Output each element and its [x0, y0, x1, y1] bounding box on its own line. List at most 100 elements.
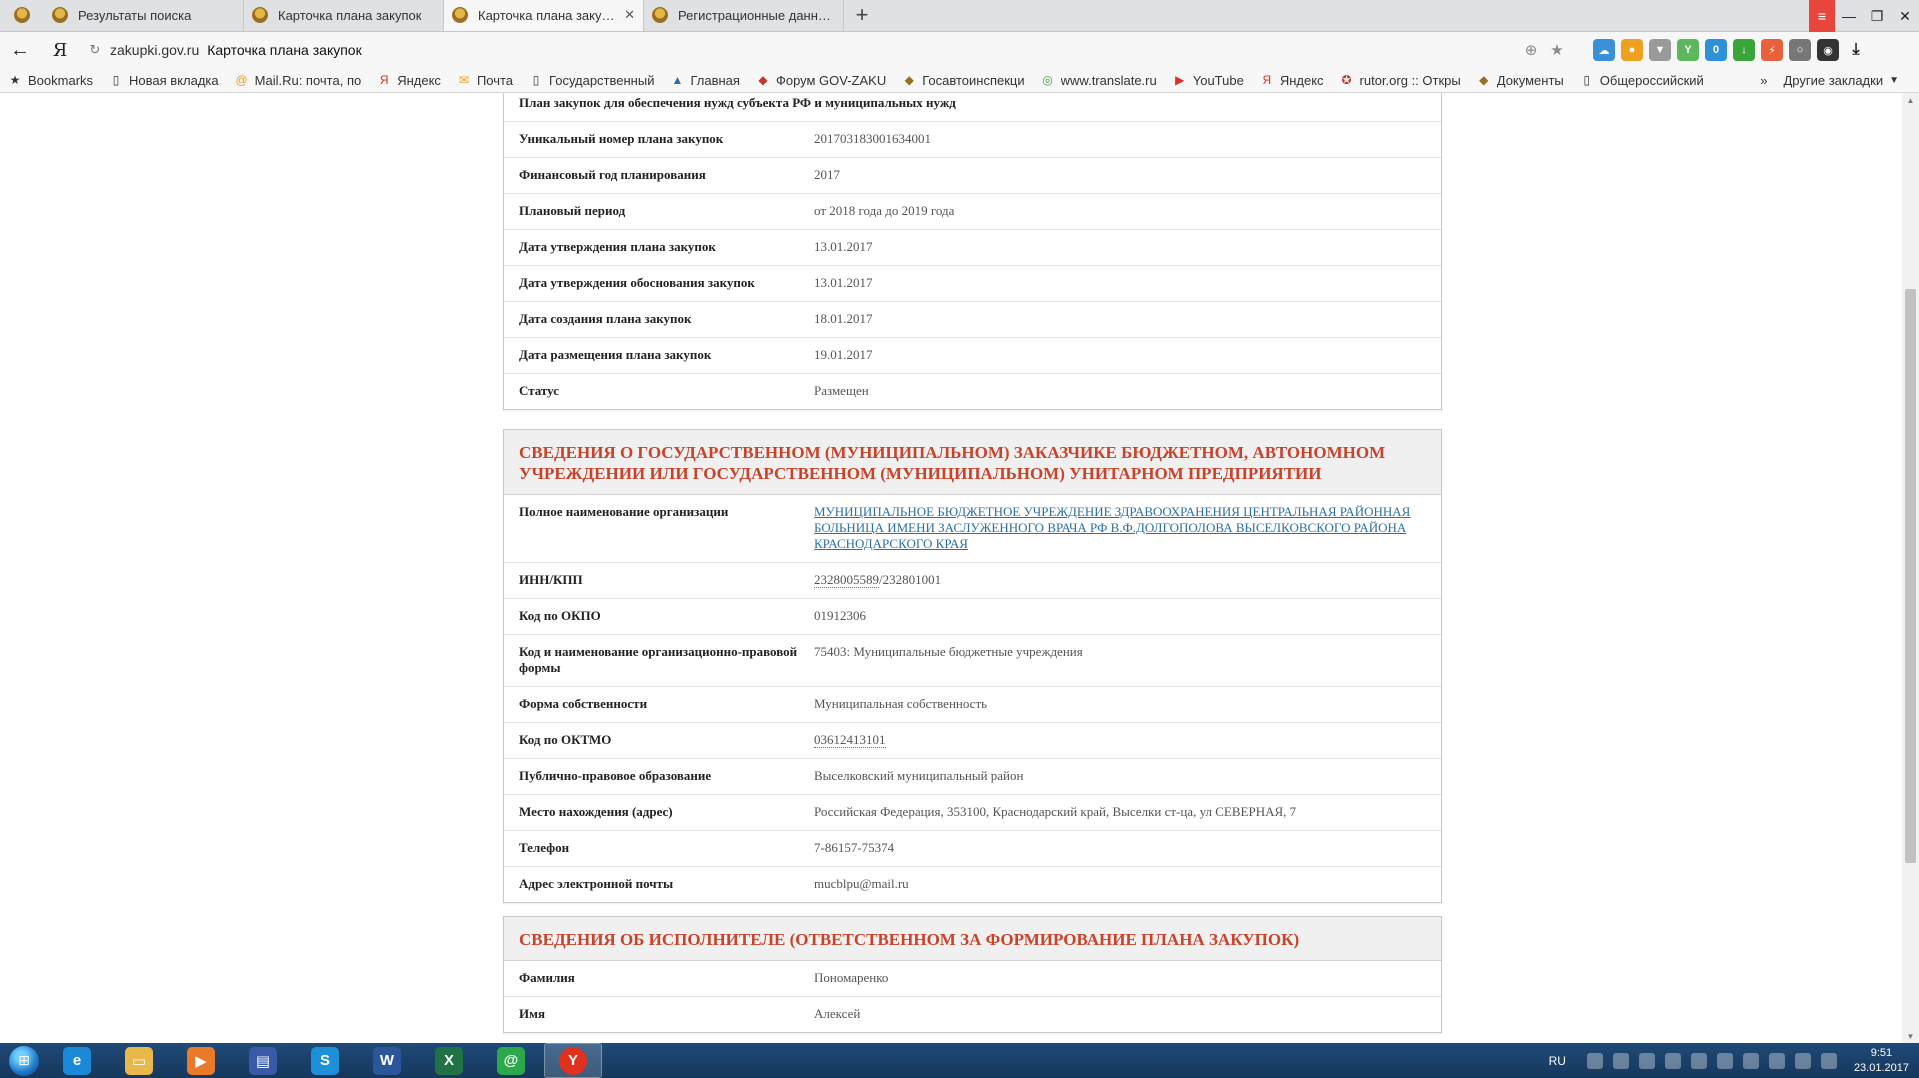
menu-icon[interactable]: ≡ — [1809, 0, 1835, 32]
yandex-logo-icon[interactable]: Я — [40, 32, 80, 68]
yandex-icon: Я — [1262, 73, 1272, 87]
table-row: Дата утверждения плана закупок 13.01.201… — [504, 230, 1441, 266]
customer-info-card: СВЕДЕНИЯ О ГОСУДАРСТВЕННОМ (МУНИЦИПАЛЬНО… — [503, 429, 1442, 903]
bookmark-item[interactable]: ▯ Общероссийский — [1572, 68, 1712, 92]
download-extension-icon[interactable]: ↓ — [1733, 39, 1755, 61]
bookmark-star-icon[interactable]: ★ — [1544, 41, 1570, 59]
row-label: Дата создания плана закупок — [519, 311, 692, 326]
emblem-icon — [252, 7, 268, 23]
taskbar-skype[interactable]: S — [296, 1043, 354, 1078]
tab-purchase-plan-active[interactable]: Карточка плана закупок ✕ — [444, 0, 644, 31]
skype-tray-icon[interactable] — [1716, 1052, 1733, 1069]
bookmark-item[interactable]: ◆ Форум GOV-ZAKU — [748, 68, 894, 92]
volume-icon[interactable] — [1664, 1052, 1681, 1069]
bookmark-item[interactable]: Я Яндекс — [1252, 68, 1332, 92]
tab-label: Регистрационные данные о — [678, 7, 835, 23]
row-value: 7-86157-75374 — [814, 840, 895, 855]
reload-icon[interactable]: ↻ — [80, 42, 110, 58]
bookmark-item[interactable]: ✉ Почта — [449, 68, 521, 92]
new-tab-button[interactable]: + — [844, 0, 880, 31]
tab-purchase-plan-1[interactable]: Карточка плана закупок — [244, 0, 444, 31]
tray-icon[interactable] — [1586, 1052, 1603, 1069]
page-scrollbar[interactable]: ▲ ▼ — [1902, 93, 1919, 1043]
bookmarks-bar: ★ Bookmarks ▯ Новая вкладка @ Mail.Ru: почт… — [0, 68, 1919, 93]
download-icon[interactable]: ⤓ — [1845, 39, 1867, 61]
taskbar-media[interactable]: ▶ — [172, 1043, 230, 1078]
close-icon[interactable]: ✕ — [624, 7, 635, 23]
back-arrow-icon[interactable]: ← — [0, 32, 40, 68]
emblem-icon: ◆ — [758, 73, 768, 87]
cloud-extension-icon[interactable]: ☁ — [1593, 39, 1615, 61]
table-row: Форма собственности Муниципальная собств… — [504, 687, 1441, 723]
tab-search-results[interactable]: Результаты поиска — [44, 0, 244, 31]
table-row: Плановый период от 2018 года до 2019 год… — [504, 194, 1441, 230]
table-row: Телефон 7-86157-75374 — [504, 831, 1441, 867]
other-bookmarks[interactable]: Другие закладки — [1783, 73, 1883, 88]
counter-extension-icon[interactable]: 0 — [1705, 39, 1727, 61]
globe-icon: ◎ — [1042, 73, 1053, 87]
address-bar: ← Я ↻ zakupki.gov.ru Карточка плана заку… — [0, 32, 1919, 68]
url-field[interactable]: ↻ zakupki.gov.ru Карточка плана закупок … — [80, 36, 1570, 64]
table-row: Место нахождения (адрес) Российская Феде… — [504, 795, 1441, 831]
bookmark-item[interactable]: ▯ Государственный — [521, 68, 662, 92]
bookmark-item[interactable]: ◎ www.translate.ru — [1033, 68, 1165, 92]
star-icon: ★ — [9, 73, 21, 87]
taskbar-word[interactable]: W — [358, 1043, 416, 1078]
mail-agent-icon: @ — [497, 1046, 525, 1075]
tab-pinned[interactable] — [0, 0, 44, 31]
row-label: Телефон — [519, 840, 570, 855]
yandex-browser-icon: Y — [559, 1046, 587, 1075]
chevron-down-icon[interactable]: ▼ — [1889, 75, 1899, 86]
tray-icon[interactable] — [1612, 1052, 1629, 1069]
badge-extension-icon[interactable]: ● — [1621, 39, 1643, 61]
orange-extension-icon[interactable]: ⚡ — [1761, 39, 1783, 61]
taskbar-ie[interactable]: e — [48, 1043, 106, 1078]
bookmarks-more-chevron[interactable]: » — [1760, 73, 1767, 88]
bookmark-item[interactable]: @ Mail.Ru: почта, по — [227, 68, 370, 92]
tab-registration-data[interactable]: Регистрационные данные о — [644, 0, 844, 31]
row-value: 03612413101 — [814, 723, 1441, 758]
network-icon[interactable] — [1768, 1052, 1785, 1069]
taskbar-explorer[interactable]: ▭ — [110, 1043, 168, 1078]
bookmark-item[interactable]: Я Яндекс — [369, 68, 449, 92]
taskbar-yandex-browser[interactable]: Y — [544, 1043, 602, 1078]
taskbar-mail-agent[interactable]: @ — [482, 1043, 540, 1078]
restore-icon[interactable]: ❐ — [1863, 0, 1891, 32]
table-row: Финансовый год планирования 2017 — [504, 158, 1441, 194]
tray-icon[interactable] — [1742, 1052, 1759, 1069]
bookmark-item[interactable]: ◆ Госавтоинспекци — [894, 68, 1032, 92]
oktmo-value[interactable]: 03612413101 — [814, 732, 886, 748]
bookmark-item[interactable]: ✪ rutor.org :: Откры — [1332, 68, 1469, 92]
clock[interactable]: 9:51 23.01.2017 — [1854, 1046, 1909, 1076]
row-value: 01912306 — [814, 608, 866, 623]
taskbar-excel[interactable]: X — [420, 1043, 478, 1078]
tray-icon[interactable] — [1638, 1052, 1655, 1069]
flag-icon[interactable] — [1794, 1052, 1811, 1069]
bookmark-item[interactable]: ▯ Новая вкладка — [101, 68, 227, 92]
y-extension-icon[interactable]: Y — [1677, 39, 1699, 61]
shield-extension-icon[interactable]: ▼ — [1649, 39, 1671, 61]
page-icon: ▯ — [112, 73, 120, 87]
bookmark-item[interactable]: ▲ Главная — [662, 68, 747, 92]
translate-icon[interactable]: ⊕ — [1518, 41, 1544, 59]
dark-extension-icon[interactable]: ◉ — [1817, 39, 1839, 61]
scrollbar-thumb[interactable] — [1905, 289, 1916, 863]
bookmark-item[interactable]: ▶ YouTube — [1165, 68, 1252, 92]
tray-icon[interactable] — [1690, 1052, 1707, 1069]
scroll-down-icon[interactable]: ▼ — [1902, 1029, 1919, 1043]
bookmark-item[interactable]: ★ Bookmarks — [0, 68, 101, 92]
scroll-up-icon[interactable]: ▲ — [1902, 93, 1919, 107]
bulb-extension-icon[interactable]: ○ — [1789, 39, 1811, 61]
row-value: mucblpu@mail.ru — [814, 876, 909, 891]
inn-value[interactable]: 2328005589 — [814, 572, 879, 588]
start-button[interactable]: ⊞ — [0, 1043, 48, 1078]
taskbar-app[interactable]: ▤ — [234, 1043, 292, 1078]
tray-icon[interactable] — [1820, 1052, 1837, 1069]
close-window-icon[interactable]: ✕ — [1891, 0, 1919, 32]
organization-link[interactable]: МУНИЦИПАЛЬНОЕ БЮДЖЕТНОЕ УЧРЕЖДЕНИЕ ЗДРАВ… — [814, 504, 1410, 551]
language-indicator[interactable]: RU — [1549, 1054, 1566, 1068]
tab-label: Карточка плана закупок — [278, 7, 422, 23]
skype-icon: S — [311, 1046, 339, 1075]
minimize-icon[interactable]: — — [1835, 0, 1863, 32]
bookmark-item[interactable]: ◆ Документы — [1469, 68, 1572, 92]
